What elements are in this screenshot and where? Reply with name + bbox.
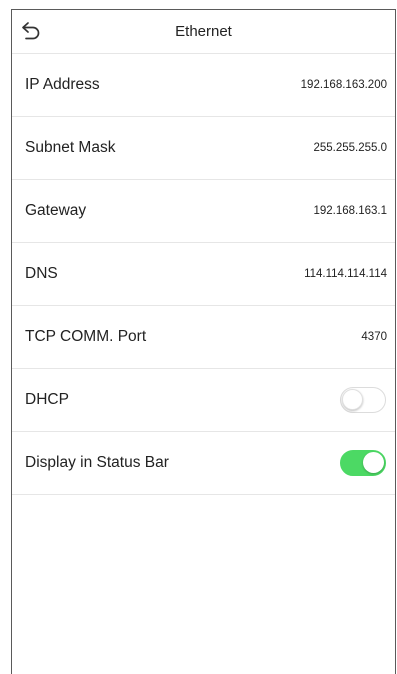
ip-address-value: 192.168.163.200 (300, 79, 387, 91)
ip-address-row[interactable]: IP Address 192.168.163.200 (12, 54, 395, 117)
display-in-status-bar-toggle[interactable] (340, 450, 386, 476)
dhcp-toggle[interactable] (340, 387, 386, 413)
page-title: Ethernet (175, 23, 232, 40)
gateway-value: 192.168.163.1 (313, 205, 387, 217)
tcp-comm-port-value: 4370 (361, 331, 387, 343)
display-in-status-bar-row: Display in Status Bar (12, 432, 395, 495)
tcp-comm-port-row[interactable]: TCP COMM. Port 4370 (12, 306, 395, 369)
dns-row[interactable]: DNS 114.114.114.114 (12, 243, 395, 306)
toggle-knob (363, 452, 384, 473)
device-screen: Ethernet IP Address 192.168.163.200 Subn… (11, 9, 396, 674)
gateway-row[interactable]: Gateway 192.168.163.1 (12, 180, 395, 243)
dns-value: 114.114.114.114 (304, 268, 387, 280)
header-bar: Ethernet (12, 10, 395, 54)
dhcp-row: DHCP (12, 369, 395, 432)
subnet-mask-label: Subnet Mask (25, 139, 116, 156)
dns-label: DNS (25, 265, 58, 282)
ip-address-label: IP Address (25, 76, 100, 93)
tcp-comm-port-label: TCP COMM. Port (25, 328, 147, 345)
subnet-mask-row[interactable]: Subnet Mask 255.255.255.0 (12, 117, 395, 180)
subnet-mask-value: 255.255.255.0 (313, 142, 387, 154)
dhcp-label: DHCP (25, 391, 69, 408)
display-in-status-bar-label: Display in Status Bar (25, 454, 169, 471)
gateway-label: Gateway (25, 202, 87, 219)
toggle-knob (342, 389, 363, 410)
